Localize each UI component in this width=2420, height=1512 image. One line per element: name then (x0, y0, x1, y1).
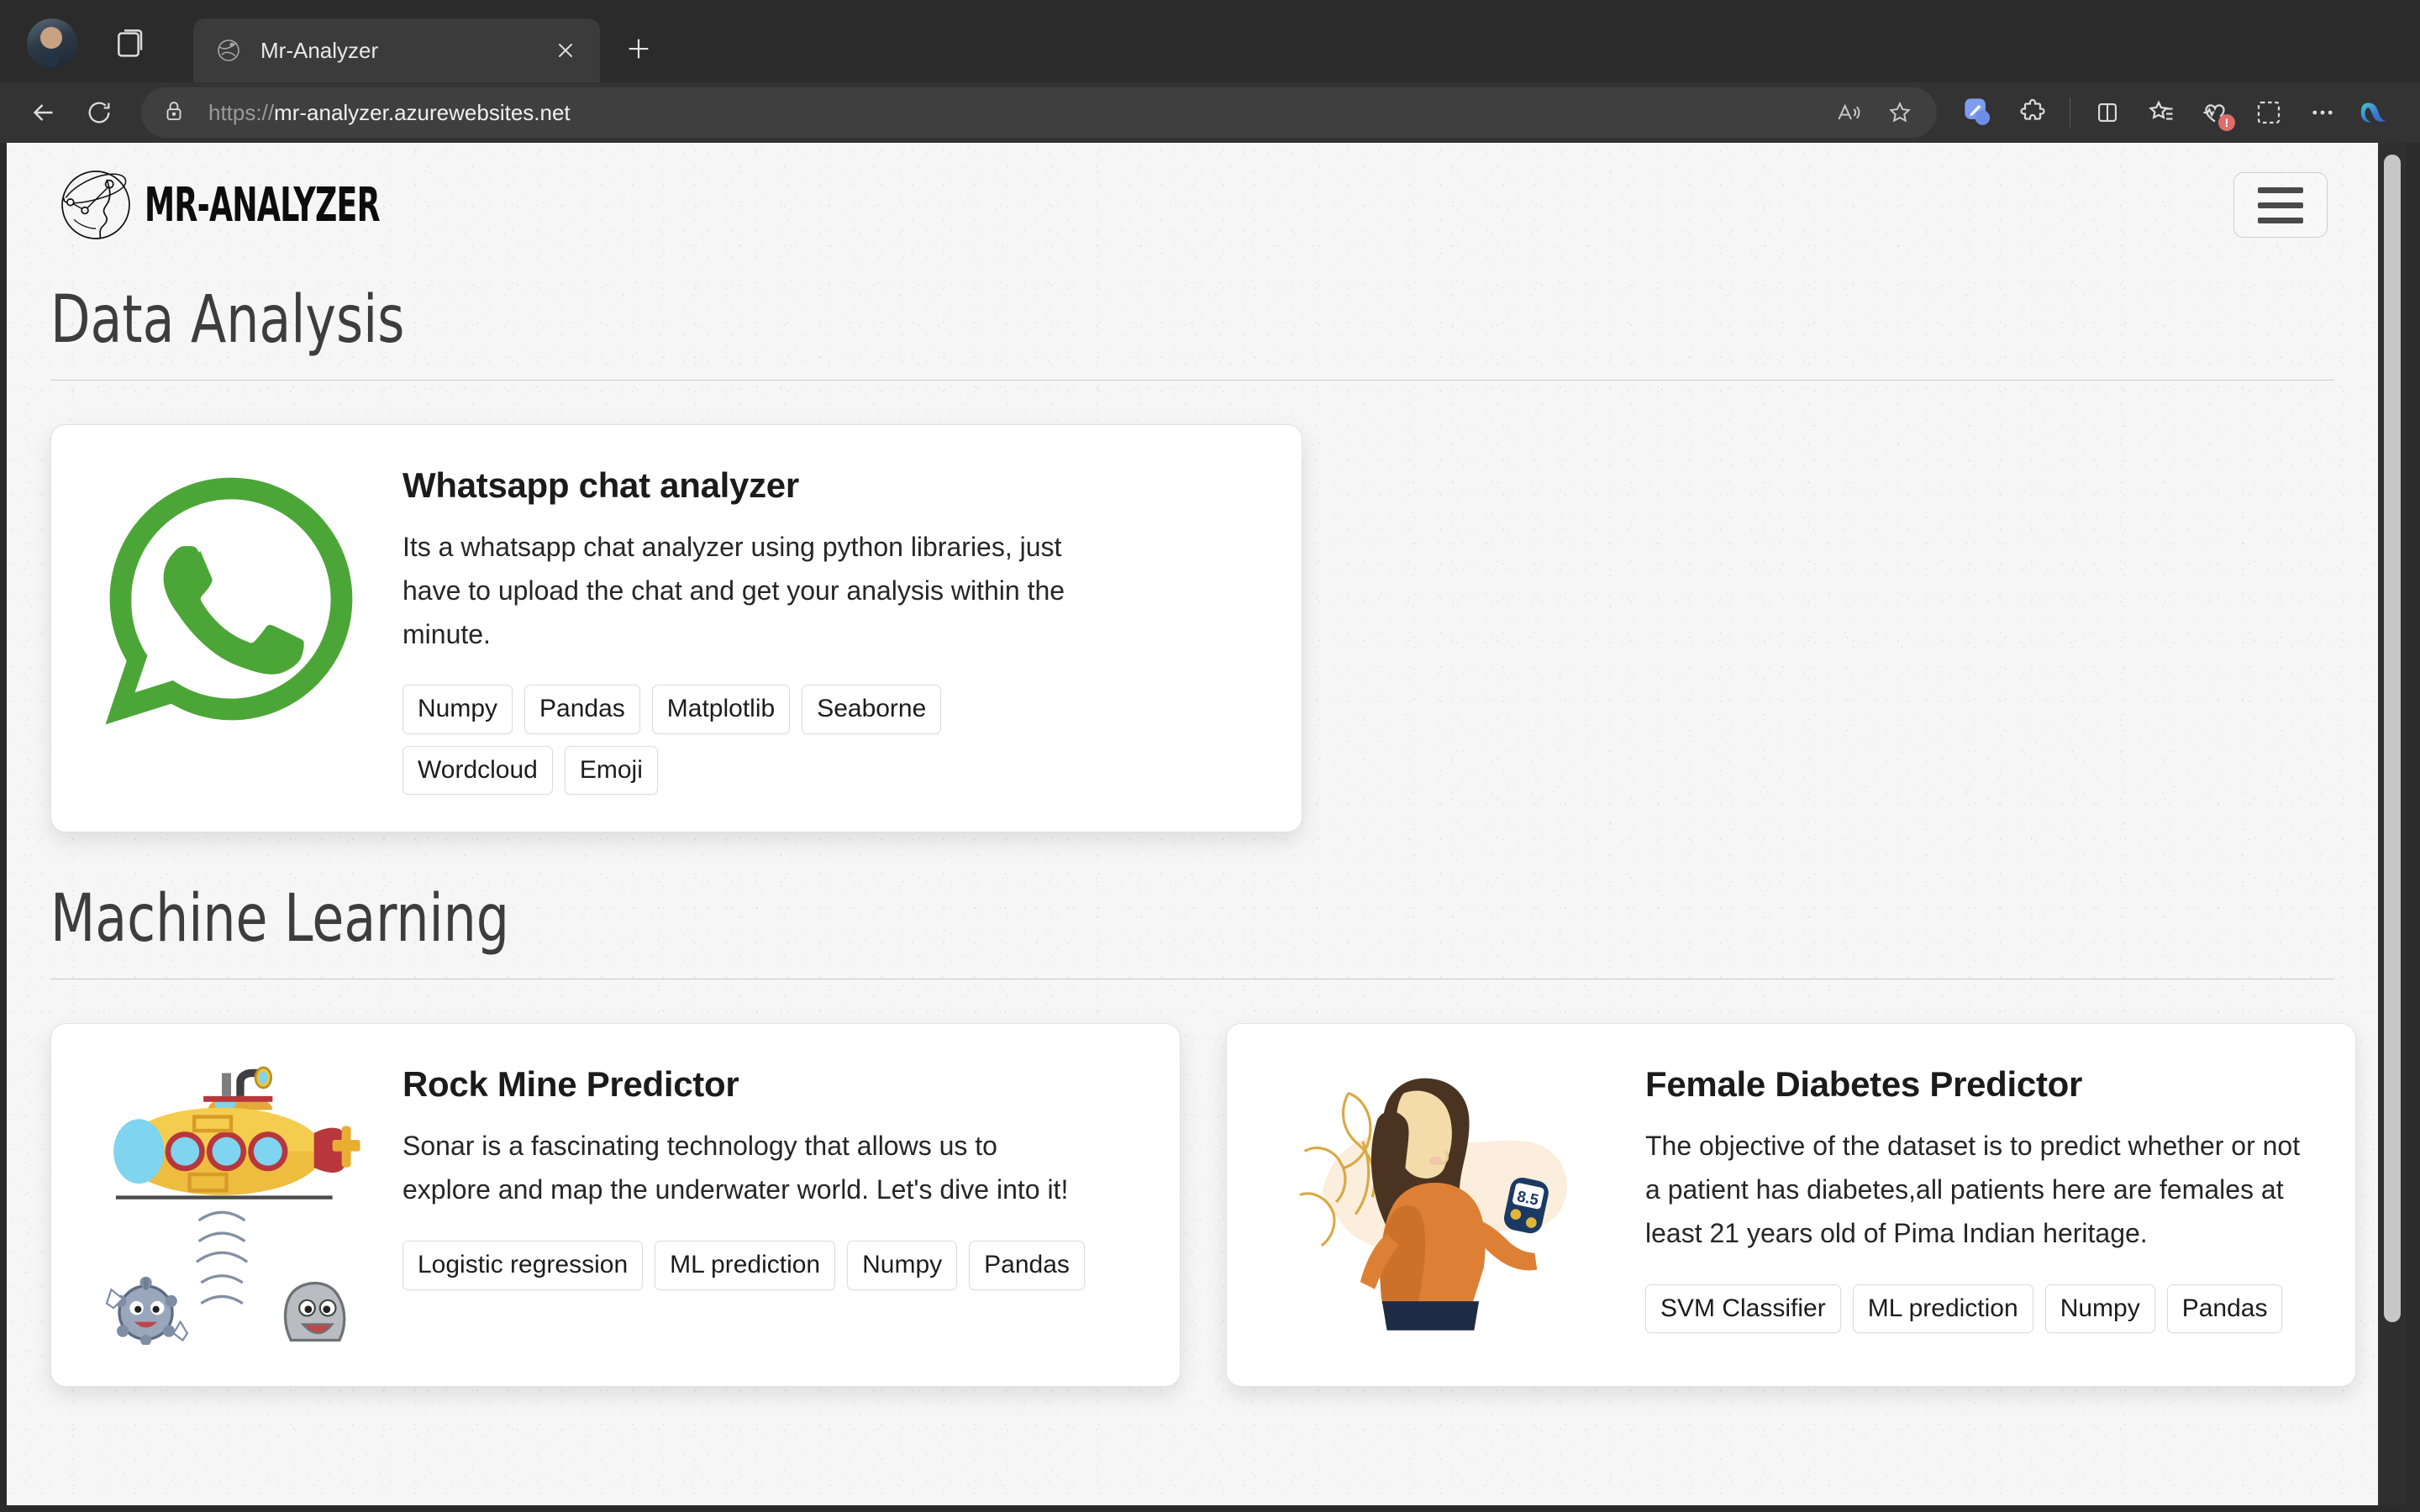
project-card[interactable]: Whatsapp chat analyzer Its a whatsapp ch… (50, 424, 1302, 833)
browser-tab[interactable]: Mr-Analyzer (193, 18, 600, 82)
tech-tag[interactable]: Emoji (564, 745, 658, 795)
settings-more-icon[interactable] (2297, 87, 2348, 138)
card-body: Rock Mine Predictor Sonar is a fascinati… (402, 1054, 1146, 1290)
url-host: mr-analyzer.azurewebsites.net (274, 99, 571, 125)
split-screen-icon[interactable] (2082, 87, 2133, 138)
extensions-puzzle-icon[interactable] (2007, 87, 2058, 138)
browser-window: Mr-Analyzer https://mr-analyzer.azureweb… (0, 0, 2420, 1512)
status-badge: ! (2218, 114, 2235, 131)
card-title: Whatsapp chat analyzer (402, 465, 799, 505)
section-machine-learning: Machine Learning Rock Mine Predictor Son… (7, 881, 2378, 1388)
copilot-pen-icon[interactable] (1954, 87, 2004, 138)
project-card[interactable]: 8.5 Female Diabetes Predictor The object… (1226, 1023, 2356, 1388)
tech-tag[interactable]: Numpy (2044, 1284, 2155, 1334)
brand-name: MR-ANALYZER (145, 177, 381, 233)
page-scrollbar[interactable] (2378, 143, 2407, 1505)
card-description: Its a whatsapp chat analyzer using pytho… (402, 532, 1065, 649)
tech-tag[interactable]: Matplotlib (651, 685, 791, 734)
woman-glucose-meter-illustration: 8.5 (1264, 1059, 1617, 1349)
page-viewport: MR-ANALYZER Data Analysis Whatsapp chat … (7, 143, 2407, 1505)
favorite-star-icon[interactable] (1875, 87, 1925, 138)
tech-tag[interactable]: ML prediction (1852, 1284, 2033, 1334)
tech-tag[interactable]: SVM Classifier (1645, 1284, 1841, 1334)
card-title: Female Diabetes Predictor (1645, 1064, 2083, 1105)
tech-tag[interactable]: Pandas (524, 685, 640, 734)
hamburger-bar (2258, 186, 2303, 193)
favorites-list-icon[interactable] (2136, 87, 2186, 138)
tag-list: Numpy Pandas Matplotlib Seaborne Wordclo… (402, 685, 1100, 795)
navigation-toolbar: https://mr-analyzer.azurewebsites.net ! (0, 82, 2420, 143)
card-media (80, 1054, 382, 1349)
head-network-logo (50, 160, 141, 250)
screenshot-capture-icon[interactable] (2244, 87, 2294, 138)
tech-tag[interactable]: Numpy (402, 685, 513, 734)
card-media: 8.5 (1255, 1054, 1625, 1349)
card-body: Whatsapp chat analyzer Its a whatsapp ch… (402, 455, 1268, 795)
submarine-sonar-illustration (92, 1059, 370, 1349)
tab-strip: Mr-Analyzer (0, 0, 2420, 82)
site-header: MR-ANALYZER (7, 143, 2378, 267)
tech-tag[interactable]: Seaborne (802, 685, 942, 734)
url-text: https://mr-analyzer.azurewebsites.net (208, 100, 1823, 126)
hamburger-bar (2258, 217, 2303, 223)
card-description: Sonar is a fascinating technology that a… (402, 1131, 1069, 1205)
whatsapp-logo (92, 460, 370, 742)
browser-essentials-icon[interactable]: ! (2190, 87, 2240, 138)
hamburger-menu-icon[interactable] (2233, 172, 2328, 238)
tech-tag[interactable]: Numpy (847, 1241, 958, 1290)
brand-logo-link[interactable]: MR-ANALYZER (50, 160, 471, 250)
copilot-icon[interactable] (2351, 87, 2402, 138)
card-media (80, 455, 382, 742)
card-list: Whatsapp chat analyzer Its a whatsapp ch… (50, 424, 2334, 833)
section-title: Data Analysis (50, 282, 405, 358)
browser-toolbar-actions: ! (1954, 87, 2402, 138)
project-card[interactable]: Rock Mine Predictor Sonar is a fascinati… (50, 1023, 1181, 1388)
card-title: Rock Mine Predictor (402, 1064, 739, 1105)
close-icon[interactable] (548, 33, 583, 68)
tag-list: SVM Classifier ML prediction Numpy Panda… (1645, 1284, 2322, 1334)
globe-sketch-icon (215, 37, 242, 64)
lock-icon (161, 98, 190, 127)
profile-avatar[interactable] (27, 18, 77, 69)
tech-tag[interactable]: Wordcloud (402, 745, 553, 795)
read-aloud-icon[interactable] (1823, 87, 1873, 138)
tag-list: Logistic regression ML prediction Numpy … (402, 1241, 1100, 1290)
reload-icon[interactable] (74, 87, 124, 138)
back-arrow-icon[interactable] (18, 87, 69, 138)
plus-icon[interactable] (615, 25, 662, 72)
tab-title: Mr-Analyzer (260, 37, 379, 63)
section-title: Machine Learning (50, 881, 510, 958)
section-data-analysis: Data Analysis Whatsapp chat analyzer Its… (7, 282, 2378, 833)
url-scheme: https:// (208, 99, 275, 125)
card-list: Rock Mine Predictor Sonar is a fascinati… (50, 1023, 2356, 1388)
section-divider (50, 380, 2334, 381)
tech-tag[interactable]: Pandas (2166, 1284, 2283, 1334)
web-page: MR-ANALYZER Data Analysis Whatsapp chat … (7, 143, 2378, 1505)
tech-tag[interactable]: Pandas (969, 1241, 1085, 1290)
card-body: Female Diabetes Predictor The objective … (1645, 1054, 2322, 1334)
address-bar[interactable]: https://mr-analyzer.azurewebsites.net (141, 87, 1937, 138)
hamburger-bar (2258, 202, 2303, 208)
scrollbar-thumb[interactable] (2384, 155, 2401, 1322)
omnibox-actions (1823, 87, 1925, 138)
tech-tag[interactable]: ML prediction (655, 1241, 836, 1290)
collections-icon[interactable] (103, 18, 155, 71)
card-description: The objective of the dataset is to predi… (1645, 1131, 2301, 1249)
tech-tag[interactable]: Logistic regression (402, 1241, 644, 1290)
